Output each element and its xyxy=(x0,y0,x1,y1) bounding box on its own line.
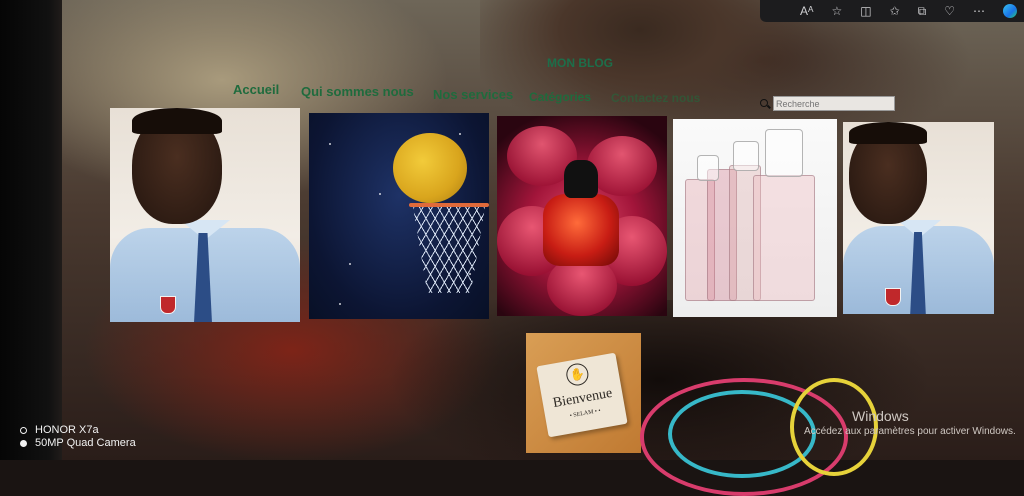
hoop-rim xyxy=(409,203,489,207)
nav-item-accueil[interactable]: Accueil xyxy=(233,82,279,97)
gallery-image-portrait[interactable] xyxy=(110,108,300,322)
bottle-cap xyxy=(733,141,759,171)
more-options-icon[interactable]: ⋯ xyxy=(973,5,985,17)
nav-item-categories[interactable]: Catégories xyxy=(529,90,591,104)
dot-icon xyxy=(20,440,27,447)
screen-bezel xyxy=(0,0,70,460)
search-input[interactable] xyxy=(773,96,895,111)
camera-spec: 50MP Quad Camera xyxy=(35,437,136,449)
bottle-cap xyxy=(697,155,719,181)
search-icon[interactable] xyxy=(760,98,770,109)
gallery-image-red-perfume[interactable] xyxy=(497,116,667,316)
favorite-star-icon[interactable]: ☆ xyxy=(831,5,842,17)
star xyxy=(329,143,331,145)
hand-icon: ✋ xyxy=(564,361,591,388)
welcome-card: ✋ Bienvenue • SELAM • • xyxy=(536,352,628,438)
gallery-image-welcome[interactable]: ✋ Bienvenue • SELAM • • xyxy=(526,333,641,453)
perfume-bottle xyxy=(753,175,815,301)
gallery-image-perfume-bottles[interactable] xyxy=(673,119,837,317)
camera-watermark: HONOR X7a 50MP Quad Camera xyxy=(20,424,136,450)
nav-item-contactez-nous[interactable]: Contactez nous xyxy=(611,91,700,105)
split-screen-icon[interactable]: ◫ xyxy=(860,5,871,17)
browser-toolbar: Aᴬ ☆ ◫ ✩ ⧉ ♡ ⋯ xyxy=(760,0,1024,22)
school-badge xyxy=(160,296,176,314)
browser-essentials-icon[interactable]: ♡ xyxy=(944,5,955,17)
search-bar xyxy=(760,96,895,111)
star xyxy=(349,263,351,265)
star xyxy=(459,133,461,135)
ring-dot-icon xyxy=(20,427,27,434)
copilot-icon[interactable] xyxy=(1002,4,1017,18)
nav-item-nos-services[interactable]: Nos services xyxy=(433,87,513,102)
camera-model: HONOR X7a xyxy=(35,424,99,436)
gallery-image-moon-hoop[interactable] xyxy=(309,113,489,319)
nav-item-qui-sommes-nous[interactable]: Qui sommes nous xyxy=(301,84,414,99)
windows-activation-message: Accédez aux paramètres pour activer Wind… xyxy=(804,426,1016,437)
moon xyxy=(393,133,467,203)
hair xyxy=(132,108,222,134)
star xyxy=(379,193,381,195)
site-brand: MON BLOG xyxy=(547,56,613,70)
read-aloud-icon[interactable]: Aᴬ xyxy=(800,5,813,17)
perfume-bottle xyxy=(543,194,619,266)
collections-icon[interactable]: ⧉ xyxy=(918,5,927,17)
favorites-icon[interactable]: ✩ xyxy=(890,5,900,17)
hoop-net xyxy=(413,207,485,293)
star xyxy=(339,303,341,305)
bottle-cap xyxy=(765,129,803,177)
gallery-image-portrait[interactable] xyxy=(843,122,994,314)
hair xyxy=(849,122,927,144)
bottle-cap xyxy=(564,160,598,198)
school-badge xyxy=(885,288,901,306)
windows-activation-title: Windows xyxy=(852,408,909,424)
